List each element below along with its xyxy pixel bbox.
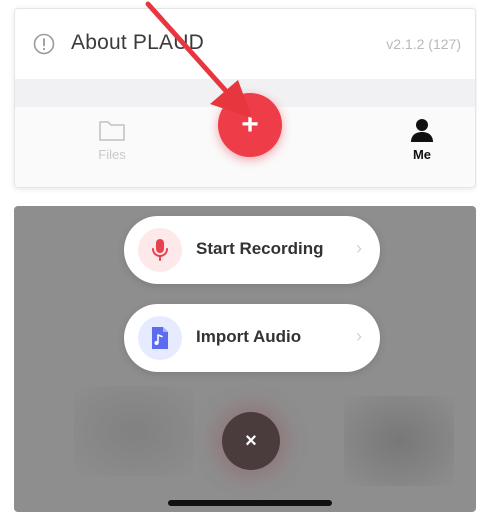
import-audio-button[interactable]: Import Audio › — [124, 304, 380, 372]
audio-file-icon — [138, 316, 182, 360]
person-icon — [411, 119, 433, 142]
start-recording-label: Start Recording — [196, 239, 324, 258]
info-icon — [33, 33, 55, 55]
add-button[interactable]: + — [218, 93, 282, 157]
about-label: About PLAUD — [71, 31, 204, 54]
folder-icon — [99, 121, 125, 141]
tab-me[interactable]: Me — [397, 117, 447, 169]
microphone-icon — [138, 228, 182, 272]
about-row[interactable]: About PLAUD v2.1.2 (127) — [15, 9, 475, 79]
tab-files[interactable]: Files — [87, 117, 137, 169]
blurred-background — [344, 396, 454, 486]
blurred-background — [74, 386, 194, 476]
version-label: v2.1.2 (127) — [386, 36, 461, 52]
close-button[interactable]: × — [222, 412, 280, 470]
tab-me-label: Me — [412, 147, 432, 162]
chevron-right-icon: › — [356, 238, 362, 258]
chevron-right-icon: › — [356, 326, 362, 346]
start-recording-button[interactable]: Start Recording › — [124, 216, 380, 284]
import-audio-label: Import Audio — [196, 327, 302, 346]
tab-files-label: Files — [98, 147, 126, 162]
action-overlay: Start Recording › Import Audio › × — [14, 206, 476, 512]
home-indicator — [168, 500, 332, 506]
